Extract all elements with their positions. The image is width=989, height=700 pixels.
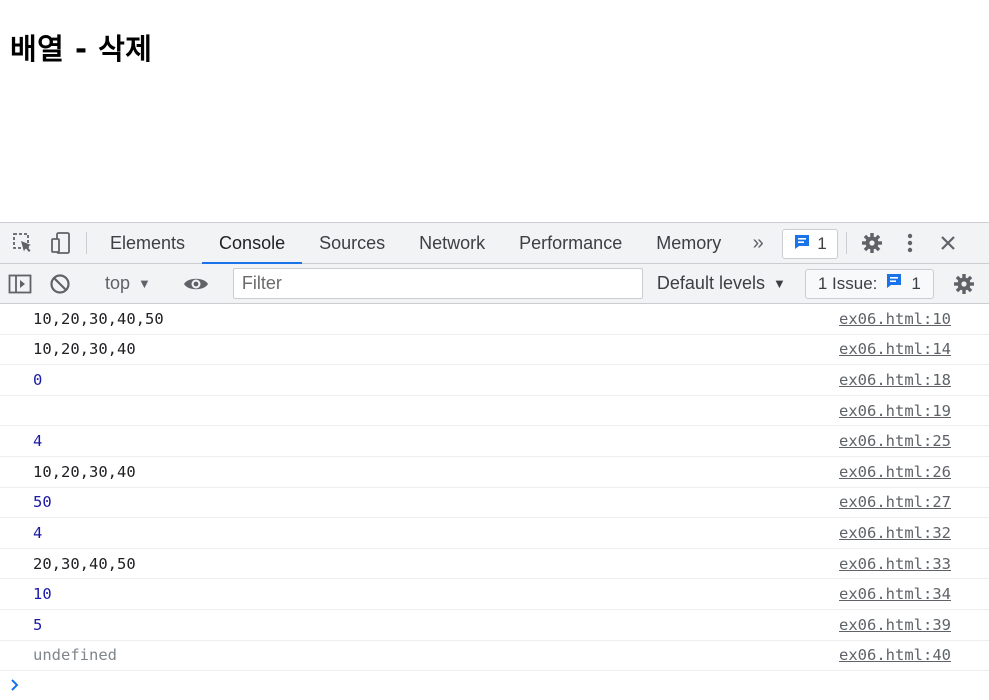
gear-icon[interactable] bbox=[853, 223, 891, 263]
console-row: 10,20,30,40 ex06.html:26 bbox=[0, 457, 989, 488]
source-link[interactable]: ex06.html:40 bbox=[839, 646, 951, 664]
issues-chip[interactable]: 1 bbox=[782, 229, 838, 259]
console-row: 0 ex06.html:18 bbox=[0, 365, 989, 396]
message-icon bbox=[885, 272, 903, 295]
tab-label: Network bbox=[419, 232, 486, 253]
device-toolbar-icon[interactable] bbox=[42, 223, 80, 263]
console-row: 10,20,30,40,50 ex06.html:10 bbox=[0, 304, 989, 335]
source-link[interactable]: ex06.html:27 bbox=[839, 493, 951, 511]
close-icon[interactable] bbox=[929, 223, 967, 263]
console-message: 4 bbox=[33, 432, 43, 451]
dropdown-triangle-icon: ▼ bbox=[772, 276, 786, 291]
devtools-panel: Elements Console Sources Network Perform… bbox=[0, 222, 989, 700]
issues-label: 1 Issue: bbox=[817, 273, 878, 293]
inspect-element-icon[interactable] bbox=[4, 223, 42, 263]
console-row: 4 ex06.html:32 bbox=[0, 518, 989, 549]
message-icon bbox=[793, 233, 811, 256]
console-message: 50 bbox=[33, 493, 52, 512]
dropdown-triangle-icon: ▼ bbox=[138, 276, 151, 291]
source-link[interactable]: ex06.html:19 bbox=[839, 402, 951, 420]
source-link[interactable]: ex06.html:14 bbox=[839, 340, 951, 358]
source-link[interactable]: ex06.html:34 bbox=[839, 585, 951, 603]
context-label: top bbox=[105, 273, 131, 293]
source-link[interactable]: ex06.html:39 bbox=[839, 616, 951, 634]
console-output: 10,20,30,40,50 ex06.html:10 10,20,30,40 ex… bbox=[0, 304, 989, 699]
tab-console[interactable]: Console bbox=[202, 223, 303, 264]
source-link[interactable]: ex06.html:25 bbox=[839, 432, 951, 450]
kebab-menu-icon[interactable] bbox=[891, 223, 929, 263]
tab-performance[interactable]: Performance bbox=[502, 223, 639, 263]
console-row: ex06.html:19 bbox=[0, 396, 989, 427]
console-row: 50 ex06.html:27 bbox=[0, 488, 989, 519]
prompt-chevron-icon bbox=[10, 676, 20, 695]
source-link[interactable]: ex06.html:10 bbox=[839, 310, 951, 328]
issues-button[interactable]: 1 Issue: 1 bbox=[804, 268, 934, 299]
console-message: 5 bbox=[33, 615, 43, 634]
divider bbox=[845, 232, 847, 254]
tab-memory[interactable]: Memory bbox=[639, 223, 738, 263]
tab-elements[interactable]: Elements bbox=[93, 223, 202, 263]
source-link[interactable]: ex06.html:26 bbox=[839, 463, 951, 481]
filter-input[interactable] bbox=[232, 268, 643, 299]
console-message: 10,20,30,40 bbox=[33, 340, 136, 359]
sidebar-toggle-icon[interactable] bbox=[0, 274, 40, 294]
chevron-double-right-icon[interactable]: » bbox=[738, 223, 778, 263]
tab-label: Elements bbox=[110, 232, 186, 253]
tab-label: Sources bbox=[319, 232, 386, 253]
console-row: undefined ex06.html:40 bbox=[0, 641, 989, 672]
issues-chip-count: 1 bbox=[817, 234, 827, 253]
console-message: 20,30,40,50 bbox=[33, 554, 136, 573]
console-message: 10,20,30,40,50 bbox=[33, 309, 164, 328]
gear-icon[interactable] bbox=[947, 273, 981, 295]
eye-icon[interactable] bbox=[176, 275, 216, 293]
tab-label: Performance bbox=[519, 232, 623, 253]
divider bbox=[86, 232, 87, 254]
console-row: 10 ex06.html:34 bbox=[0, 579, 989, 610]
console-toolbar: top ▼ Default levels ▼ 1 Issue: 1 bbox=[0, 264, 989, 304]
console-message: 0 bbox=[33, 370, 43, 389]
console-row: 4 ex06.html:25 bbox=[0, 426, 989, 457]
source-link[interactable]: ex06.html:32 bbox=[839, 524, 951, 542]
context-selector[interactable]: top ▼ bbox=[93, 264, 163, 303]
console-row: 10,20,30,40 ex06.html:14 bbox=[0, 335, 989, 366]
console-prompt[interactable] bbox=[0, 671, 989, 699]
issues-count: 1 bbox=[911, 273, 921, 293]
levels-label: Default levels bbox=[656, 273, 765, 293]
console-row: 5 ex06.html:39 bbox=[0, 610, 989, 641]
console-message: 10 bbox=[33, 585, 52, 604]
tab-sources[interactable]: Sources bbox=[302, 223, 402, 263]
source-link[interactable]: ex06.html:33 bbox=[839, 555, 951, 573]
console-message: undefined bbox=[33, 646, 117, 665]
devtools-tabbar: Elements Console Sources Network Perform… bbox=[0, 222, 989, 264]
console-message: 10,20,30,40 bbox=[33, 462, 136, 481]
console-row: 20,30,40,50 ex06.html:33 bbox=[0, 549, 989, 580]
tab-label: Console bbox=[219, 232, 286, 253]
tab-network[interactable]: Network bbox=[402, 223, 502, 263]
page-heading: 배열 - 삭제 bbox=[10, 32, 153, 66]
console-message: 4 bbox=[33, 523, 43, 542]
source-link[interactable]: ex06.html:18 bbox=[839, 371, 951, 389]
default-levels-dropdown[interactable]: Default levels ▼ bbox=[643, 273, 800, 294]
tab-label: Memory bbox=[656, 232, 722, 253]
clear-console-icon[interactable] bbox=[40, 273, 80, 295]
